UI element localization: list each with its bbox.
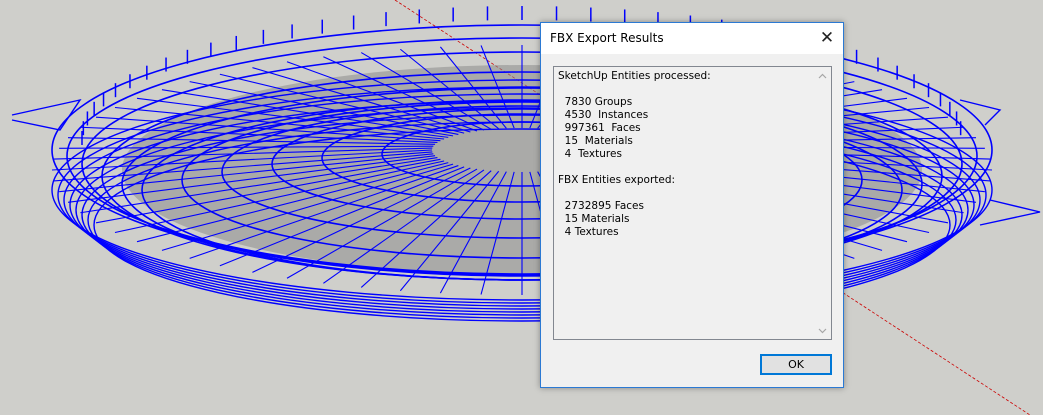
result-line: FBX Entities exported: — [558, 174, 676, 186]
scroll-up-icon[interactable] — [814, 67, 831, 84]
result-line: 4 Textures — [558, 148, 622, 160]
result-line — [558, 161, 813, 174]
results-text: SketchUp Entities processed: 7830 Groups… — [558, 70, 813, 239]
result-line: 7830 Groups — [558, 96, 633, 108]
result-line: 15 Materials — [558, 213, 630, 225]
result-line — [558, 83, 813, 96]
3d-viewport[interactable] — [0, 0, 1043, 415]
results-textbox[interactable]: SketchUp Entities processed: 7830 Groups… — [553, 66, 832, 340]
close-button[interactable]: ✕ — [811, 23, 843, 54]
ok-button[interactable]: OK — [760, 354, 832, 375]
result-line: 4530 Instances — [558, 109, 649, 121]
result-line — [558, 187, 813, 200]
vertical-scrollbar[interactable] — [814, 67, 831, 339]
fbx-export-results-dialog: FBX Export Results ✕ SketchUp Entities p… — [540, 22, 844, 388]
dialog-title: FBX Export Results — [550, 31, 664, 45]
result-line: SketchUp Entities processed: — [558, 70, 711, 82]
close-icon: ✕ — [819, 28, 835, 48]
wireframe-wing-left — [11, 98, 82, 131]
result-line: 2732895 Faces — [558, 200, 644, 212]
wireframe-model — [11, 0, 1041, 415]
scroll-down-icon[interactable] — [814, 322, 831, 339]
result-line: 997361 Faces — [558, 122, 641, 134]
result-line: 15 Materials — [558, 135, 633, 147]
result-line: 4 Textures — [558, 226, 619, 238]
dialog-titlebar[interactable]: FBX Export Results ✕ — [541, 23, 843, 54]
